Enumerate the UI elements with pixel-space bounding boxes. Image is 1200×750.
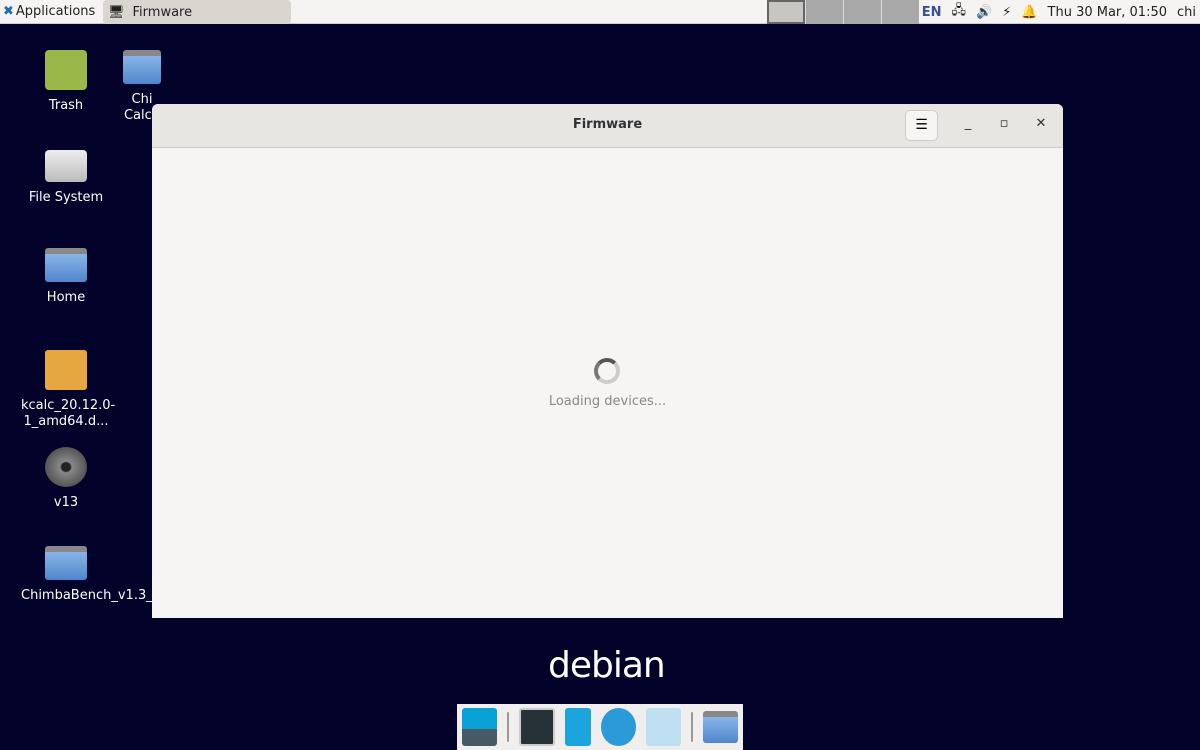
workspace-4[interactable] [881,0,919,24]
home-folder-icon [45,248,87,282]
desktop-icon-trash[interactable]: Trash [21,50,111,114]
disc-icon [45,447,87,487]
clock[interactable]: Thu 30 Mar, 01:50 [1048,5,1167,20]
workspace-2[interactable] [805,0,843,24]
taskbar-item-firmware[interactable]: 🖥 Firmware [103,0,291,24]
desktop-icon-kcalc-deb[interactable]: kcalc_20.12.0-1_amd64.d... [21,350,115,430]
desktop-icon-v13[interactable]: v13 [21,447,111,511]
xfce-icon: ✖ [3,4,14,19]
computer-icon: 🖥 [108,4,125,20]
notification-bell-icon[interactable]: 🔔 [1021,5,1037,20]
workspace-3[interactable] [843,0,881,24]
show-desktop-icon[interactable] [462,708,498,746]
user-menu[interactable]: chi [1177,5,1196,20]
package-icon [45,350,87,390]
file-manager-icon[interactable] [564,708,591,746]
header-bar: Firmware ☰ _ ▫ ✕ [152,104,1063,148]
folder-icon[interactable] [702,711,739,743]
debian-logo: debian [548,645,666,686]
workspace-1[interactable] [767,0,805,24]
firmware-window: Firmware ☰ _ ▫ ✕ Loading devices... [152,104,1063,618]
keyboard-layout[interactable]: EN [922,5,942,20]
hamburger-menu-button[interactable]: ☰ [905,110,938,141]
applications-menu[interactable]: ✖Applications⋮ [0,4,110,19]
drive-icon [45,150,87,182]
loading-spinner-icon [594,358,620,384]
close-button[interactable]: ✕ [1031,116,1051,131]
dock-separator [690,712,693,742]
desktop-icon-home[interactable]: Home [21,248,111,306]
battery-icon[interactable]: ⚡ [1002,5,1011,20]
maximize-button[interactable]: ▫ [994,116,1014,131]
desktop-icon-chimbabench[interactable]: ChimbaBench_v1.3_Linux... [21,546,200,604]
terminal-icon[interactable] [519,708,555,746]
trash-icon [45,50,87,90]
folder-icon [45,546,87,580]
folder-icon [123,50,161,84]
top-panel: ✖Applications⋮ 🖥Firmware EN 🖧 🔊 ⚡ 🔔 Thu … [0,0,1200,24]
app-finder-icon[interactable] [645,708,681,746]
dock-separator [507,712,510,742]
desktop-icon-file-system[interactable]: File System [21,150,111,206]
loading-status: Loading devices... [548,394,667,409]
workspace-switcher[interactable] [767,0,919,24]
network-disconnected-icon[interactable]: 🖧 [952,1,967,23]
minimize-button[interactable]: _ [958,116,978,131]
dock [457,704,743,750]
volume-icon[interactable]: 🔊 [976,5,992,20]
web-browser-icon[interactable] [600,708,636,746]
